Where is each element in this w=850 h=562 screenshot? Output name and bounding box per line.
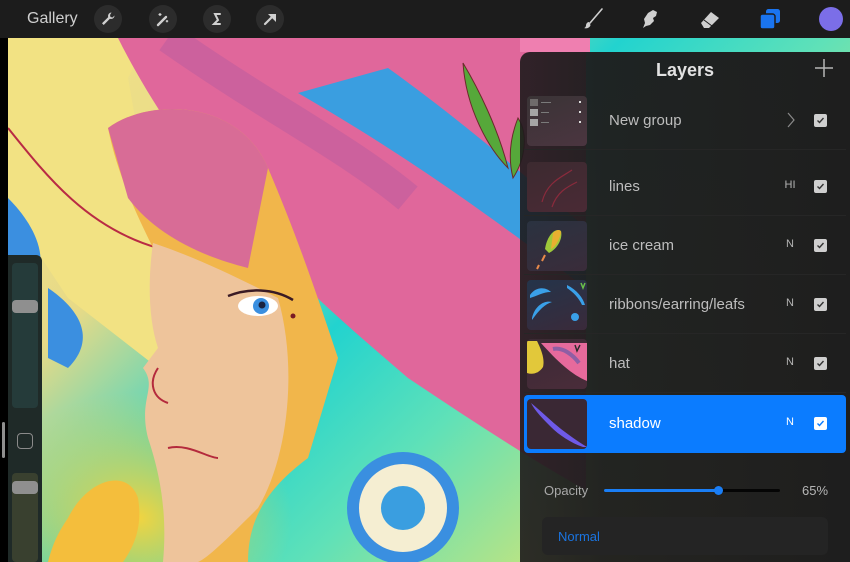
hat-preview-icon bbox=[527, 341, 587, 381]
layer-thumbnail bbox=[527, 221, 587, 271]
layer-name: lines bbox=[609, 178, 640, 195]
checkmark-icon bbox=[817, 117, 825, 124]
layer-visibility-checkbox[interactable] bbox=[814, 298, 827, 311]
layer-row-lines[interactable]: lines HI bbox=[524, 158, 846, 216]
opacity-knob[interactable] bbox=[714, 486, 724, 495]
checkmark-icon bbox=[817, 183, 825, 190]
layers-button[interactable] bbox=[757, 6, 783, 32]
checkmark-icon bbox=[817, 301, 825, 308]
blend-mode-badge[interactable]: HI bbox=[782, 179, 798, 191]
layer-row-ribbons-earring-leafs[interactable]: ribbons/earring/leafs N bbox=[524, 276, 846, 334]
layer-row-ice-cream[interactable]: ice cream N bbox=[524, 217, 846, 275]
blend-mode-selector[interactable]: Normal bbox=[542, 517, 828, 555]
eraser-icon bbox=[701, 12, 719, 28]
eraser-button[interactable] bbox=[697, 6, 723, 32]
layer-thumbnail bbox=[527, 339, 587, 389]
layer-row-shadow[interactable]: shadow N bbox=[524, 395, 846, 453]
ribbons-preview-icon bbox=[530, 282, 586, 321]
wrench-icon bbox=[102, 12, 115, 25]
brush-icon bbox=[584, 8, 603, 29]
ice-cream-preview-icon bbox=[536, 230, 562, 270]
selection-button[interactable] bbox=[203, 5, 231, 33]
opacity-fill bbox=[604, 489, 719, 492]
checkmark-icon bbox=[817, 242, 825, 249]
selection-s-icon bbox=[211, 13, 221, 25]
layer-thumbnail bbox=[527, 162, 587, 212]
brush-button[interactable] bbox=[580, 6, 606, 32]
layers-icon bbox=[759, 9, 780, 30]
layer-thumbnail bbox=[527, 96, 587, 146]
layer-name: New group bbox=[609, 112, 682, 129]
blend-mode-badge[interactable]: N bbox=[782, 297, 798, 309]
layer-visibility-checkbox[interactable] bbox=[814, 114, 827, 127]
lines-preview-icon bbox=[541, 169, 578, 208]
opacity-slider[interactable] bbox=[604, 483, 780, 499]
layer-thumbnail bbox=[527, 399, 587, 449]
layer-visibility-checkbox[interactable] bbox=[814, 180, 827, 193]
adjustments-button[interactable] bbox=[149, 5, 177, 33]
brush-size-slider[interactable] bbox=[12, 263, 38, 408]
blend-mode-badge[interactable]: N bbox=[782, 356, 798, 368]
shadow-preview-icon bbox=[531, 403, 587, 447]
blend-mode-label: Normal bbox=[558, 529, 600, 544]
brush-size-thumb[interactable] bbox=[12, 299, 38, 313]
layer-visibility-checkbox[interactable] bbox=[814, 239, 827, 252]
arrow-cursor-icon bbox=[263, 14, 276, 26]
magic-wand-icon bbox=[156, 13, 169, 27]
color-picker-button[interactable] bbox=[819, 7, 843, 31]
layer-name: hat bbox=[609, 355, 630, 372]
checkmark-icon bbox=[817, 360, 825, 367]
layer-thumbnail bbox=[527, 280, 587, 330]
modify-button[interactable] bbox=[17, 433, 33, 449]
group-preview-icon bbox=[530, 99, 581, 126]
gallery-button[interactable]: Gallery bbox=[27, 10, 78, 28]
blend-mode-badge[interactable]: N bbox=[782, 416, 798, 428]
group-expand-chevron[interactable] bbox=[786, 110, 796, 130]
chevron-right-icon bbox=[787, 112, 795, 128]
layer-name: shadow bbox=[609, 415, 661, 432]
smudge-button[interactable] bbox=[637, 6, 663, 32]
transform-button[interactable] bbox=[256, 5, 284, 33]
brush-opacity-thumb[interactable] bbox=[12, 480, 38, 494]
sidebar-drag-handle[interactable] bbox=[2, 422, 5, 458]
left-sidebar bbox=[8, 255, 42, 562]
add-layer-button[interactable] bbox=[813, 57, 835, 79]
blend-mode-badge[interactable]: N bbox=[782, 238, 798, 250]
layer-visibility-checkbox[interactable] bbox=[814, 357, 827, 370]
plus-icon bbox=[815, 59, 833, 77]
layer-visibility-checkbox[interactable] bbox=[814, 417, 827, 430]
layer-name: ice cream bbox=[609, 237, 675, 254]
checkmark-icon bbox=[817, 420, 825, 427]
smudge-finger-icon bbox=[643, 10, 657, 28]
layer-row-new-group[interactable]: New group bbox=[524, 92, 846, 150]
actions-button[interactable] bbox=[94, 5, 122, 33]
top-toolbar: Gallery bbox=[0, 0, 850, 38]
opacity-label: Opacity bbox=[544, 483, 589, 498]
opacity-value: 65% bbox=[802, 483, 829, 498]
panel-title: Layers bbox=[655, 60, 715, 80]
layers-panel: Layers New group lines HI ice cream N ri… bbox=[520, 52, 850, 562]
layer-name: ribbons/earring/leafs bbox=[609, 296, 745, 313]
layer-row-hat[interactable]: hat N bbox=[524, 335, 846, 393]
